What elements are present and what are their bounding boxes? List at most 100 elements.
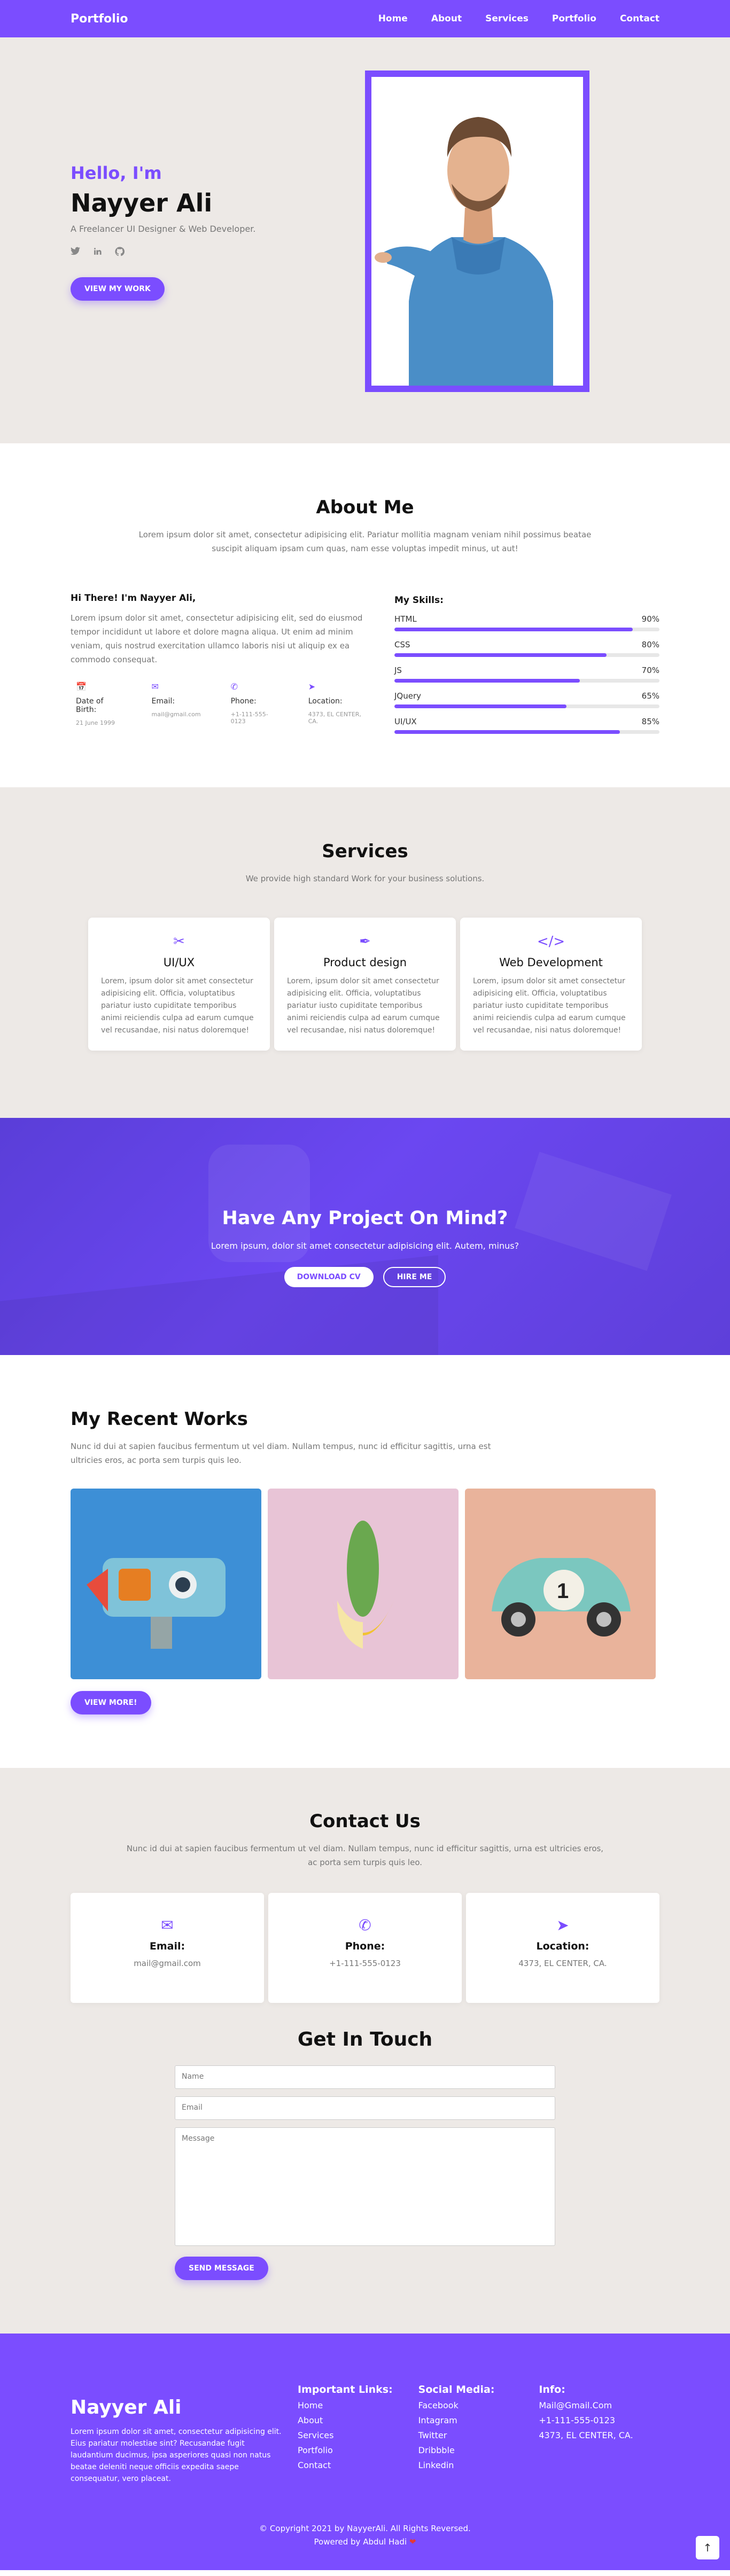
footer-link-facebook[interactable]: Facebook <box>418 2400 539 2410</box>
footer-info-location: 4373, EL CENTER, CA. <box>539 2430 633 2440</box>
cta-buttons: DOWNLOAD CV HIRE ME <box>0 1267 730 1287</box>
contact-card-phone: ✆ Phone: +1-111-555-0123 <box>268 1893 462 2003</box>
svg-text:1: 1 <box>557 1579 569 1603</box>
site-footer: Nayyer Ali Lorem ipsum dolor sit amet, c… <box>0 2334 730 2570</box>
location-arrow-icon: ➤ <box>308 682 316 692</box>
cta-content: Have Any Project On Mind? Lorem ipsum, d… <box>0 1118 730 1287</box>
nav-link-services[interactable]: Services <box>485 13 529 24</box>
skill-bar-fill <box>394 730 620 734</box>
service-title: Web Development <box>499 956 603 969</box>
footer-brand: Nayyer Ali Lorem ipsum dolor sit amet, c… <box>71 2384 298 2485</box>
hero-greeting: Hello, I'm <box>71 163 162 183</box>
footer-link-linkedin[interactable]: Linkedin <box>418 2460 539 2470</box>
hero-social-links <box>71 247 255 259</box>
about-greeting: Hi There! I'm Nayyer Ali, <box>71 593 196 604</box>
about-bio: Hi There! I'm Nayyer Ali, Lorem ipsum do… <box>71 593 367 734</box>
download-cv-button[interactable]: DOWNLOAD CV <box>284 1267 374 1287</box>
nav-link-about[interactable]: About <box>431 13 462 24</box>
nav-link-portfolio[interactable]: Portfolio <box>552 13 596 24</box>
email-field[interactable]: Email <box>175 2096 555 2120</box>
footer-link-dribbble[interactable]: Dribbble <box>418 2445 539 2455</box>
skill-bar <box>394 730 659 734</box>
about-grid: Hi There! I'm Nayyer Ali, Lorem ipsum do… <box>71 593 659 734</box>
message-field[interactable]: Message <box>175 2127 555 2246</box>
footer-link-services[interactable]: Services <box>298 2430 418 2440</box>
skill-name: JS <box>394 665 402 675</box>
skill-js: JS 70% <box>394 665 659 683</box>
footer-link-about[interactable]: About <box>298 2415 418 2425</box>
footer-info-phone: +1-111-555-0123 <box>539 2415 616 2425</box>
about-subtitle: Lorem ipsum dolor sit amet, consectetur … <box>138 530 592 553</box>
hero-portrait-image <box>365 71 589 392</box>
skill-html: HTML 90% <box>394 614 659 631</box>
hero-section: Hello, I'm Nayyer Ali A Freelancer UI De… <box>0 37 730 443</box>
contact-card-value: mail@gmail.com <box>134 1959 201 1968</box>
contact-card-value: +1-111-555-0123 <box>329 1959 401 1968</box>
footer-link-home[interactable]: Home <box>298 2400 418 2410</box>
info-email-label: Email: <box>151 697 175 706</box>
about-section: About Me Lorem ipsum dolor sit amet, con… <box>0 443 730 787</box>
github-icon[interactable] <box>115 247 125 259</box>
footer-info: Info: Mail@Gmail.Com +1-111-555-0123 437… <box>539 2384 659 2485</box>
cta-text: Lorem ipsum, dolor sit amet consectetur … <box>211 1241 519 1251</box>
footer-link-portfolio[interactable]: Portfolio <box>298 2445 418 2455</box>
skills-title: My Skills: <box>394 595 444 606</box>
skill-level: 70% <box>641 665 659 675</box>
skill-level: 90% <box>641 614 659 624</box>
info-phone-label: Phone: <box>230 697 257 706</box>
footer-link-contact[interactable]: Contact <box>298 2460 418 2470</box>
footer-links-title: Important Links: <box>297 2384 393 2395</box>
copyright-text: © Copyright 2021 by NayyerAli. All Right… <box>259 2524 471 2533</box>
service-text: Lorem, ipsum dolor sit amet consectetur … <box>473 977 626 1035</box>
brand-logo[interactable]: Portfolio <box>71 12 128 26</box>
view-my-work-button[interactable]: VIEW MY WORK <box>71 277 165 301</box>
nav-link-home[interactable]: Home <box>378 13 408 24</box>
contact-title: Contact Us <box>309 1811 421 1832</box>
contact-card-label: Phone: <box>345 1940 385 1952</box>
skill-bar <box>394 653 659 657</box>
work-image-toy-car[interactable]: 1 <box>465 1489 656 1679</box>
works-text: Nunc id dui at sapien faucibus fermentum… <box>71 1442 491 1465</box>
about-bio-text: Lorem ipsum dolor sit amet, consectetur … <box>71 613 363 664</box>
footer-social-media: Social Media: Facebook Intagram Twitter … <box>418 2384 539 2485</box>
footer-grid: Nayyer Ali Lorem ipsum dolor sit amet, c… <box>71 2384 659 2485</box>
crop-icon: ✂ <box>173 934 185 950</box>
send-message-button[interactable]: SEND MESSAGE <box>175 2257 268 2280</box>
about-title: About Me <box>316 497 414 518</box>
footer-social-title: Social Media: <box>418 2384 495 2395</box>
skill-jquery: JQuery 65% <box>394 691 659 708</box>
linkedin-icon[interactable] <box>93 247 102 259</box>
skill-uiux: UI/UX 85% <box>394 717 659 734</box>
nav-links: Home About Services Portfolio Contact <box>378 13 659 24</box>
skill-name: CSS <box>394 640 410 649</box>
twitter-icon[interactable] <box>71 247 80 259</box>
view-more-button[interactable]: VIEW MORE! <box>71 1691 151 1714</box>
envelope-icon: ✉ <box>161 1916 174 1934</box>
footer-link-twitter[interactable]: Twitter <box>418 2430 539 2440</box>
hire-me-button[interactable]: HIRE ME <box>383 1267 446 1287</box>
service-text: Lorem, ipsum dolor sit amet consectetur … <box>101 977 254 1035</box>
work-image-cactus[interactable] <box>268 1489 459 1679</box>
about-info-row: 📅 Date of Birth: 21 June 1999 ✉ Email: m… <box>71 682 367 726</box>
location-arrow-icon: ➤ <box>556 1916 569 1934</box>
info-dob: 📅 Date of Birth: 21 June 1999 <box>71 682 122 726</box>
project-cta-section: Have Any Project On Mind? Lorem ipsum, d… <box>0 1118 730 1355</box>
top-navbar: Portfolio Home About Services Portfolio … <box>0 0 730 37</box>
footer-link-instagram[interactable]: Intagram <box>418 2415 539 2425</box>
footer-text: Lorem ipsum dolor sit amet, consectetur … <box>71 2428 282 2483</box>
nav-link-contact[interactable]: Contact <box>620 13 659 24</box>
scroll-to-top-button[interactable]: ↑ <box>696 2536 719 2559</box>
cta-title: Have Any Project On Mind? <box>222 1208 508 1229</box>
contact-card-label: Email: <box>149 1940 185 1952</box>
name-field[interactable]: Name <box>175 2065 555 2089</box>
skill-name: UI/UX <box>394 717 417 726</box>
works-gallery: 1 <box>71 1489 659 1679</box>
service-title: UI/UX <box>163 956 195 969</box>
arrow-up-icon: ↑ <box>703 2541 712 2554</box>
skill-bar-fill <box>394 704 567 708</box>
work-image-robot[interactable] <box>71 1489 261 1679</box>
footer-info-title: Info: <box>539 2384 565 2395</box>
footer-copyright: © Copyright 2021 by NayyerAli. All Right… <box>71 2522 659 2549</box>
skill-bar <box>394 628 659 631</box>
powered-by-text: Powered by Abdul Hadi <box>314 2537 407 2547</box>
